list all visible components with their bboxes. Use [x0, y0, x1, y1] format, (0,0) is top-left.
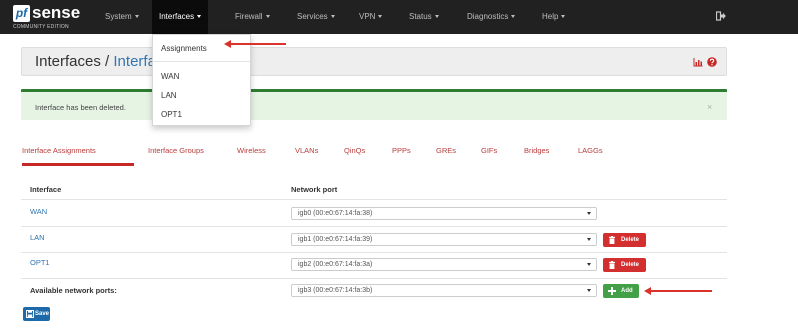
delete-button-label: Delete — [621, 237, 640, 243]
available-ports-label: Available network ports: — [30, 286, 117, 295]
breadcrumb-root[interactable]: Interfaces — [35, 53, 101, 70]
chevron-down-icon — [330, 15, 335, 19]
menu-item-lan[interactable]: LAN — [161, 91, 177, 100]
menu-item-assignments[interactable]: Assignments — [161, 44, 207, 53]
top-navbar: pf sense COMMUNITY EDITION System Interf… — [0, 0, 798, 34]
active-tab-indicator — [22, 163, 134, 166]
chevron-down-icon — [134, 15, 139, 19]
tab-laggs[interactable]: LAGGs — [578, 146, 603, 155]
tab-interface-groups[interactable]: Interface Groups — [148, 146, 204, 155]
tab-gifs[interactable]: GIFs — [481, 146, 497, 155]
trash-icon — [609, 236, 615, 244]
menu-item-wan[interactable]: WAN — [161, 72, 179, 81]
select-value: igb2 (00:e0:67:14:fa:3a) — [298, 261, 373, 268]
page-title: Interfaces / Interfac — [35, 53, 163, 70]
network-port-select-lan[interactable]: igb1 (00:e0:67:14:fa:39) — [291, 233, 597, 246]
network-port-select-wan[interactable]: igb0 (00:e0:67:14:fa:38) — [291, 207, 597, 220]
logo-edition: COMMUNITY EDITION — [13, 24, 69, 30]
nav-help[interactable]: Help — [542, 0, 566, 34]
select-value: igb0 (00:e0:67:14:fa:38) — [298, 210, 373, 217]
table-divider — [21, 278, 727, 279]
tab-interface-assignments[interactable]: Interface Assignments — [22, 146, 96, 155]
delete-button-opt1[interactable]: Delete — [603, 258, 646, 272]
help-icon[interactable] — [707, 57, 717, 67]
interfaces-dropdown-menu: Assignments WAN LAN OPT1 — [152, 34, 251, 126]
nav-interfaces-label: Interfaces — [159, 12, 195, 21]
column-header-network-port: Network port — [291, 185, 338, 194]
nav-firewall[interactable]: Firewall — [235, 0, 270, 34]
tab-qinqs[interactable]: QinQs — [344, 146, 365, 155]
table-divider — [21, 199, 727, 200]
annotation-arrow — [224, 40, 286, 48]
interface-link-lan[interactable]: LAN — [30, 233, 45, 242]
tab-vlans[interactable]: VLANs — [295, 146, 318, 155]
floppy-disk-icon — [26, 310, 34, 318]
chevron-down-icon — [587, 212, 591, 215]
save-button[interactable]: Save — [23, 307, 50, 321]
tab-wireless[interactable]: Wireless — [237, 146, 266, 155]
nav-diagnostics[interactable]: Diagnostics — [467, 0, 516, 34]
pfsense-logo[interactable]: pf sense COMMUNITY EDITION — [13, 3, 93, 31]
interface-link-opt1[interactable]: OPT1 — [30, 258, 50, 267]
page-header: Interfaces / Interfac — [21, 47, 727, 76]
chevron-down-icon — [561, 15, 566, 19]
annotation-arrow — [644, 287, 712, 295]
select-value: igb3 (00:e0:67:14:fa:3b) — [298, 287, 373, 294]
success-alert: Interface has been deleted. × — [21, 89, 727, 120]
menu-divider — [153, 61, 250, 62]
menu-item-opt1[interactable]: OPT1 — [161, 110, 182, 119]
save-button-label: Save — [35, 311, 50, 317]
delete-button-lan[interactable]: Delete — [603, 233, 646, 247]
tab-ppps[interactable]: PPPs — [392, 146, 411, 155]
interface-link-wan[interactable]: WAN — [30, 207, 47, 216]
tab-bridges[interactable]: Bridges — [524, 146, 549, 155]
nav-diagnostics-label: Diagnostics — [467, 12, 509, 21]
nav-services[interactable]: Services — [297, 0, 335, 34]
nav-system-label: System — [105, 12, 132, 21]
nav-interfaces[interactable]: Interfaces — [152, 0, 209, 34]
table-divider — [21, 252, 727, 253]
alert-message: Interface has been deleted. — [35, 103, 126, 112]
tab-gres[interactable]: GREs — [436, 146, 456, 155]
chevron-down-icon — [587, 263, 591, 266]
nav-system[interactable]: System — [105, 0, 139, 34]
chevron-down-icon — [265, 15, 270, 19]
logo-text: sense — [32, 3, 81, 22]
network-port-select-opt1[interactable]: igb2 (00:e0:67:14:fa:3a) — [291, 258, 597, 271]
chevron-down-icon — [511, 15, 516, 19]
select-value: igb1 (00:e0:67:14:fa:39) — [298, 236, 373, 243]
nav-status[interactable]: Status — [409, 0, 439, 34]
plus-icon — [608, 287, 616, 295]
add-button-label: Add — [621, 288, 633, 294]
add-interface-button[interactable]: Add — [603, 284, 639, 298]
nav-help-label: Help — [542, 12, 559, 21]
chevron-down-icon — [587, 289, 591, 292]
chevron-down-icon — [587, 238, 591, 241]
delete-button-label: Delete — [621, 262, 640, 268]
chevron-down-icon — [378, 15, 383, 19]
close-icon[interactable]: × — [707, 102, 712, 112]
table-divider — [21, 226, 727, 227]
nav-vpn[interactable]: VPN — [359, 0, 383, 34]
trash-icon — [609, 261, 615, 269]
available-port-select[interactable]: igb3 (00:e0:67:14:fa:3b) — [291, 284, 597, 297]
nav-services-label: Services — [297, 12, 328, 21]
nav-firewall-label: Firewall — [235, 12, 263, 21]
logo-mark: pf — [13, 5, 30, 22]
chevron-down-icon — [434, 15, 439, 19]
nav-vpn-label: VPN — [359, 12, 376, 21]
chart-icon[interactable] — [693, 57, 703, 67]
logout-icon[interactable] — [716, 11, 726, 21]
breadcrumb-separator: / — [105, 53, 110, 70]
chevron-down-icon — [197, 15, 202, 19]
column-header-interface: Interface — [30, 185, 62, 194]
nav-status-label: Status — [409, 12, 432, 21]
